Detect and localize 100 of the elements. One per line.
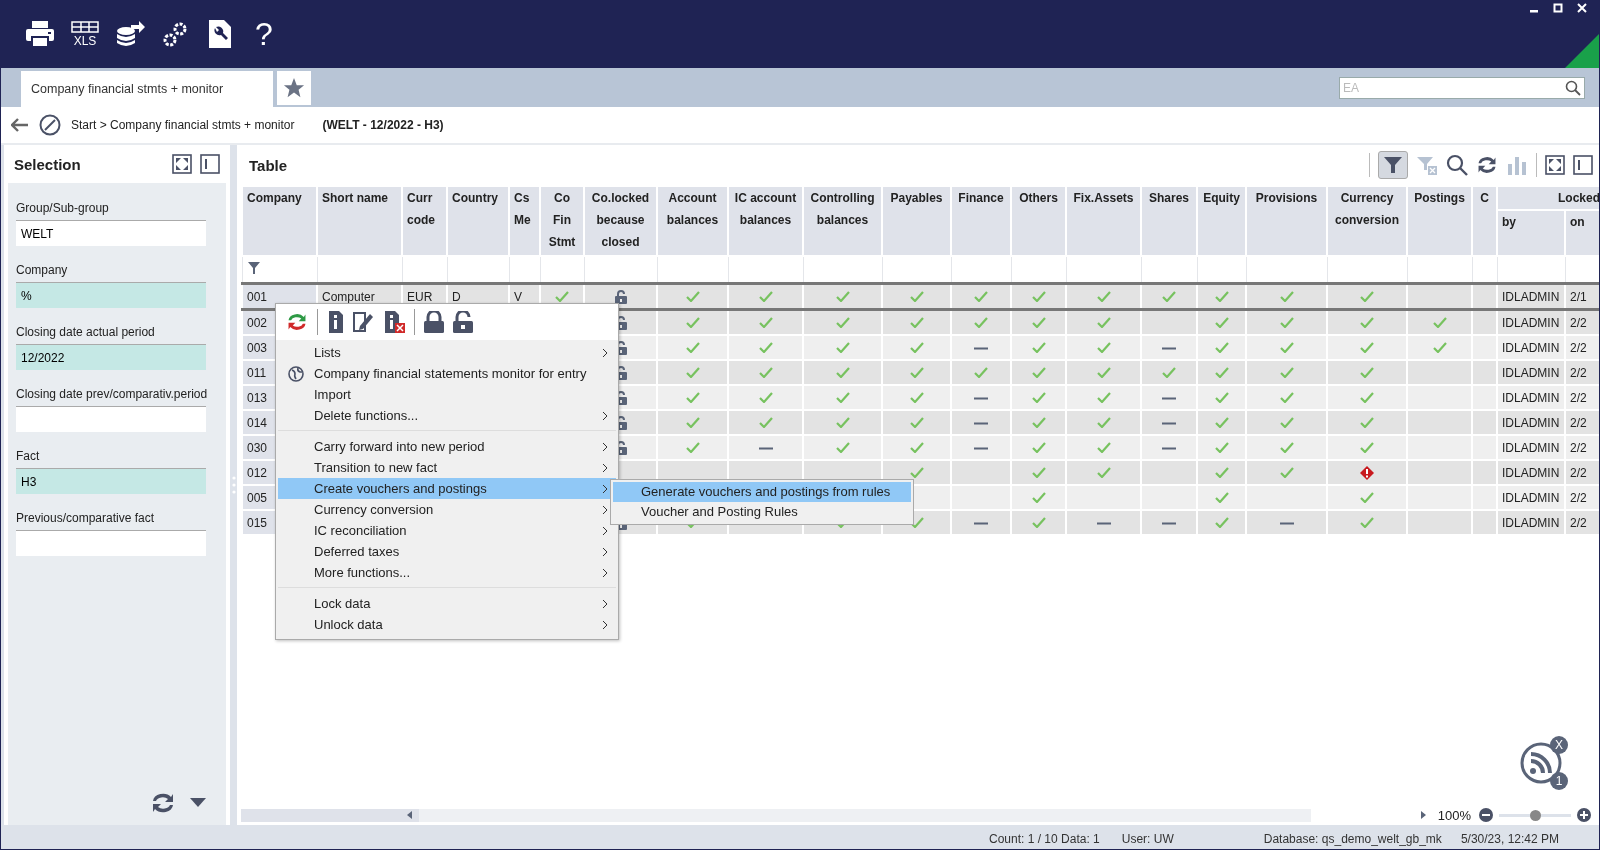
menu-item[interactable]: Lock data	[278, 593, 616, 614]
menu-item[interactable]: Company financial statements monitor for entry	[278, 363, 616, 384]
expand-icon[interactable]	[172, 154, 192, 174]
table-cell: 030	[247, 440, 268, 455]
close-icon[interactable]	[1577, 3, 1587, 13]
horizontal-scrollbar[interactable]	[241, 808, 1311, 822]
input-field[interactable]: %	[16, 282, 206, 308]
column-header[interactable]: Curr code	[402, 186, 447, 256]
filter-icon	[1383, 155, 1403, 175]
column-header[interactable]: Equity	[1197, 186, 1246, 256]
document-wrench-icon[interactable]	[207, 19, 233, 49]
table-cell: 015	[247, 515, 268, 530]
table-cell: IDLADMIN	[1502, 465, 1560, 480]
panel-toggle-icon[interactable]	[1573, 155, 1593, 175]
search-icon[interactable]	[1446, 154, 1468, 176]
column-header[interactable]: Payables	[882, 186, 951, 256]
caret-icon[interactable]	[190, 798, 206, 808]
column-header[interactable]: IC account balances	[728, 186, 803, 256]
menu-item[interactable]: Transition to new fact	[278, 457, 616, 478]
column-header[interactable]: C	[1472, 186, 1497, 256]
input-field[interactable]: H3	[16, 468, 206, 494]
help-icon[interactable]: ?	[255, 18, 273, 50]
favorite-button[interactable]	[277, 71, 311, 105]
menu-item[interactable]: Currency conversion	[278, 499, 616, 520]
refresh-icon[interactable]	[150, 791, 176, 815]
padlock-icon[interactable]	[424, 311, 444, 333]
breadcrumb-path[interactable]: Start > Company financial stmts + monitor	[71, 118, 295, 132]
search-icon[interactable]	[1565, 80, 1581, 96]
panel-toggle-icon[interactable]	[200, 154, 220, 174]
column-header[interactable]: Provisions	[1246, 186, 1327, 256]
tab[interactable]: Company financial stmts + monitor	[21, 71, 273, 107]
column-header[interactable]: Cs Me	[509, 186, 540, 256]
cancel-icon[interactable]	[39, 114, 61, 136]
column-header[interactable]: Account balances	[657, 186, 728, 256]
zoom-out-icon[interactable]	[1479, 808, 1493, 822]
table-cell: 011	[247, 365, 267, 380]
table-cell: 012	[247, 465, 268, 480]
menu-item[interactable]: Generate vouchers and postings from rules	[613, 482, 911, 502]
column-header[interactable]: by	[1497, 210, 1565, 256]
refresh-icon[interactable]	[286, 311, 308, 333]
menu-item[interactable]: IC reconciliation	[278, 520, 616, 541]
field-label: Company	[16, 263, 69, 277]
column-header[interactable]: Finance	[951, 186, 1011, 256]
table-cell: 2/2	[1570, 315, 1587, 330]
table-cell: 2/1	[1570, 289, 1587, 304]
column-header[interactable]: Country	[447, 186, 509, 256]
column-header[interactable]: Controlling balances	[803, 186, 882, 256]
column-header[interactable]: on	[1565, 210, 1599, 256]
column-header[interactable]: Locked	[1497, 186, 1599, 210]
back-arrow-icon[interactable]	[11, 118, 29, 132]
menu-item[interactable]: Voucher and Posting Rules	[613, 502, 911, 522]
database-export-icon[interactable]	[115, 19, 145, 49]
input-field[interactable]	[16, 530, 206, 556]
refresh-icon[interactable]	[1476, 154, 1498, 176]
menu-item[interactable]: Import	[278, 384, 616, 405]
column-header[interactable]: Currency conversion	[1327, 186, 1407, 256]
table-cell: IDLADMIN	[1502, 365, 1560, 380]
table-cell: 005	[247, 490, 268, 505]
search-field[interactable]: EA	[1339, 77, 1585, 99]
menu-item[interactable]: Delete functions...	[278, 405, 616, 426]
menu-item[interactable]: Create vouchers and postings	[278, 478, 616, 499]
edit-document-icon[interactable]	[352, 311, 374, 333]
table-cell: 014	[247, 415, 268, 430]
menu-item[interactable]: Lists	[278, 342, 616, 363]
maximize-icon[interactable]	[1553, 3, 1563, 13]
table-cell: 2/2	[1570, 390, 1587, 405]
table-cell: IDLADMIN	[1502, 415, 1560, 430]
delete-info-icon[interactable]	[383, 311, 405, 333]
table-cell: 2/2	[1570, 415, 1587, 430]
table-cell: 001	[247, 289, 268, 304]
column-header[interactable]: Short name	[317, 186, 402, 256]
input-field[interactable]: WELT	[16, 220, 206, 246]
column-header[interactable]: Fix.Assets	[1066, 186, 1141, 256]
splitter-handle-icon[interactable]	[231, 476, 236, 494]
table-cell: 2/2	[1570, 490, 1587, 505]
expand-icon[interactable]	[1545, 155, 1565, 175]
column-header[interactable]: Shares	[1141, 186, 1197, 256]
filter-icon[interactable]	[246, 261, 261, 275]
table-cell: IDLADMIN	[1502, 440, 1560, 455]
menu-item[interactable]: Carry forward into new period	[278, 436, 616, 457]
menu-item[interactable]: More functions...	[278, 562, 616, 583]
zoom-in-icon[interactable]	[1577, 808, 1591, 822]
input-field[interactable]	[16, 406, 206, 432]
input-field[interactable]: 12/2022	[16, 344, 206, 370]
column-header[interactable]: Company	[242, 186, 317, 256]
panel-title: Table	[249, 156, 288, 174]
timestamp: 5/30/23, 12:42 PM	[1460, 832, 1559, 846]
printer-icon[interactable]	[25, 20, 55, 48]
filter-button[interactable]	[1378, 151, 1408, 179]
table-cell: EUR	[407, 289, 433, 304]
menu-item[interactable]: Unlock data	[278, 614, 616, 635]
table-cell: 2/2	[1570, 340, 1587, 355]
database-label: Database: qs_demo_welt_gb_mk	[1263, 832, 1442, 846]
column-header[interactable]: Co.locked because closed	[584, 186, 657, 256]
column-header[interactable]: Postings	[1407, 186, 1472, 256]
unlocked-padlock-icon[interactable]	[453, 311, 473, 333]
column-header[interactable]: Co Fin Stmt	[540, 186, 584, 256]
menu-item[interactable]: Deferred taxes	[278, 541, 616, 562]
info-icon[interactable]	[327, 311, 343, 333]
column-header[interactable]: Others	[1011, 186, 1066, 256]
